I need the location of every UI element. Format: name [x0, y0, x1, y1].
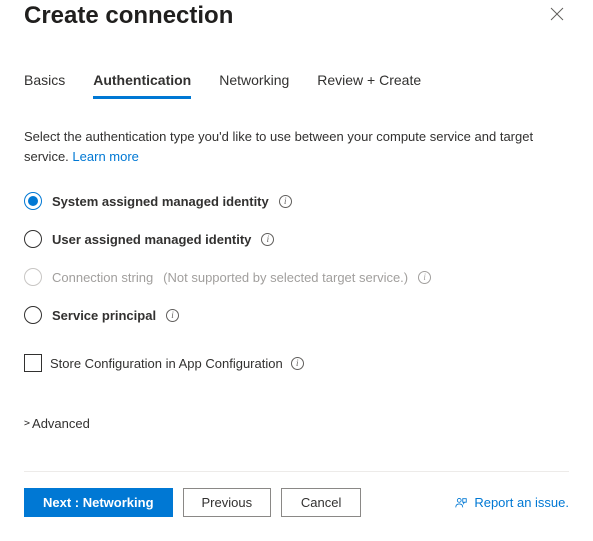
label-store-config: Store Configuration in App Configuration [50, 356, 283, 371]
feedback-icon [454, 496, 468, 510]
tab-review-create[interactable]: Review + Create [317, 72, 421, 99]
report-issue-text: Report an issue. [474, 495, 569, 510]
tab-basics[interactable]: Basics [24, 72, 65, 99]
label-user-identity: User assigned managed identity [52, 232, 251, 247]
tab-bar: Basics Authentication Networking Review … [24, 72, 569, 99]
learn-more-link[interactable]: Learn more [72, 149, 138, 164]
footer-bar: Next : Networking Previous Cancel Report… [24, 471, 569, 541]
radio-service-principal[interactable] [24, 306, 42, 324]
connection-string-note: (Not supported by selected target servic… [163, 270, 408, 285]
previous-button[interactable]: Previous [183, 488, 272, 517]
info-icon[interactable]: i [291, 357, 304, 370]
cancel-button[interactable]: Cancel [281, 488, 361, 517]
report-issue-link[interactable]: Report an issue. [454, 495, 569, 510]
auth-options: System assigned managed identity i User … [24, 192, 569, 344]
checkbox-store-config[interactable] [24, 354, 42, 372]
info-icon[interactable]: i [261, 233, 274, 246]
advanced-toggle[interactable]: > Advanced [24, 416, 569, 431]
close-button[interactable] [545, 2, 569, 26]
radio-system-identity[interactable] [24, 192, 42, 210]
tab-networking[interactable]: Networking [219, 72, 289, 99]
label-connection-string: Connection string [52, 270, 153, 285]
info-icon[interactable]: i [279, 195, 292, 208]
info-icon[interactable]: i [166, 309, 179, 322]
radio-connection-string [24, 268, 42, 286]
chevron-right-icon: > [24, 418, 30, 429]
tab-authentication[interactable]: Authentication [93, 72, 191, 99]
page-title: Create connection [24, 2, 233, 30]
label-system-identity: System assigned managed identity [52, 194, 269, 209]
info-icon[interactable]: i [418, 271, 431, 284]
description-text: Select the authentication type you'd lik… [24, 127, 569, 166]
next-button[interactable]: Next : Networking [24, 488, 173, 517]
radio-user-identity[interactable] [24, 230, 42, 248]
close-icon [550, 7, 564, 21]
label-service-principal: Service principal [52, 308, 156, 323]
advanced-label: Advanced [32, 416, 90, 431]
